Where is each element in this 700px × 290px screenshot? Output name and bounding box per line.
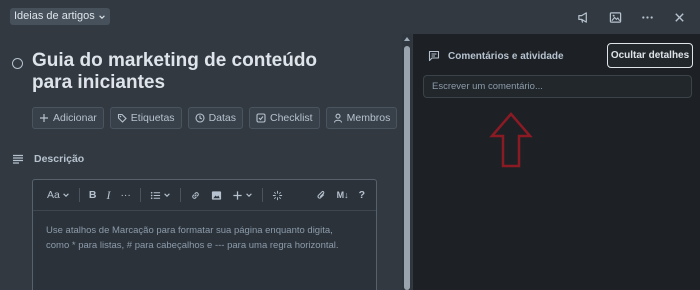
members-button-label: Membros [346, 112, 391, 124]
insert-button[interactable] [227, 186, 258, 204]
image-icon [211, 190, 222, 200]
checkbox-icon [256, 113, 266, 123]
editor-toolbar: Aa B I ··· M↓ ? [33, 180, 376, 211]
image-icon[interactable] [602, 6, 628, 28]
text-style-label: Aa [47, 189, 60, 201]
description-heading: Descrição [34, 153, 85, 165]
chevron-down-icon [98, 14, 105, 19]
add-button-label: Adicionar [53, 112, 97, 124]
dates-button[interactable]: Datas [187, 107, 243, 129]
chevron-down-icon [63, 193, 69, 197]
link-button[interactable] [185, 186, 206, 204]
toolbar-divider [139, 188, 141, 202]
checklist-button[interactable]: Checklist [249, 107, 320, 129]
list-button[interactable] [145, 186, 176, 204]
chevron-down-icon [164, 193, 170, 197]
clock-icon [195, 113, 205, 123]
italic-button[interactable]: I [101, 186, 115, 204]
description-editor[interactable]: Aa B I ··· M↓ ? Use atalhos de Marcação … [32, 179, 377, 290]
user-icon [333, 113, 342, 123]
description-header: Descrição [12, 153, 84, 165]
more-formatting-button[interactable]: ··· [115, 186, 136, 204]
comment-icon [428, 50, 440, 62]
paperclip-icon [317, 190, 324, 199]
description-placeholder: Use atalhos de Marcação para formatar su… [46, 225, 339, 251]
link-icon [192, 191, 199, 199]
card-main: Guia do marketing de conteúdo para inici… [0, 34, 402, 290]
comment-input[interactable]: Escrever um comentário... [423, 75, 692, 98]
card-title[interactable]: Guia do marketing de conteúdo para inici… [32, 50, 362, 94]
close-icon[interactable] [666, 6, 692, 28]
main-scrollbar[interactable] [402, 34, 412, 290]
markdown-label: M↓ [336, 190, 349, 200]
list-name: Ideias de artigos [14, 10, 95, 22]
markdown-button[interactable]: M↓ [332, 186, 354, 204]
bold-button[interactable]: B [84, 186, 102, 204]
bullet-list-icon [150, 191, 161, 199]
more-formatting-label: ··· [120, 189, 131, 201]
chevron-down-icon [246, 193, 252, 197]
dates-button-label: Datas [208, 112, 236, 124]
text-style-button[interactable]: Aa [42, 186, 75, 204]
hide-details-button[interactable]: Ocultar detalhes [607, 43, 693, 68]
help-label: ? [358, 189, 365, 201]
tag-icon [117, 113, 127, 123]
megaphone-icon[interactable] [570, 6, 596, 28]
annotation-arrow-icon [489, 112, 533, 168]
plus-icon [40, 114, 48, 122]
activity-heading: Comentários e atividade [448, 50, 564, 62]
description-icon [13, 154, 23, 164]
toolbar-divider [261, 188, 263, 202]
ai-sparkle-button[interactable] [267, 186, 288, 204]
labels-button-label: Etiquetas [130, 112, 175, 124]
toolbar-divider [179, 188, 181, 202]
activity-sidebar: Comentários e atividade Ocultar detalhes… [413, 34, 700, 290]
attachment-button[interactable] [311, 186, 332, 204]
scroll-up-arrow[interactable] [404, 37, 410, 41]
help-button[interactable]: ? [354, 186, 370, 204]
checklist-button-label: Checklist [270, 112, 313, 124]
members-button[interactable]: Membros [325, 107, 398, 129]
list-selector[interactable]: Ideias de artigos [10, 8, 110, 25]
top-bar: Ideias de artigos [0, 0, 700, 34]
add-button[interactable]: Adicionar [32, 107, 104, 129]
bold-label: B [88, 189, 97, 201]
more-icon[interactable] [634, 6, 660, 28]
complete-toggle[interactable] [12, 58, 23, 69]
plus-icon [233, 190, 242, 200]
insert-image-button[interactable] [206, 186, 227, 204]
card-actions: Adicionar Etiquetas Datas Checklist Memb… [32, 107, 398, 129]
toolbar-divider [78, 188, 80, 202]
labels-button[interactable]: Etiquetas [109, 107, 182, 129]
italic-label: I [106, 187, 111, 202]
scrollbar-thumb[interactable] [404, 46, 410, 290]
activity-header: Comentários e atividade [428, 50, 564, 62]
sparkle-icon [272, 190, 283, 200]
